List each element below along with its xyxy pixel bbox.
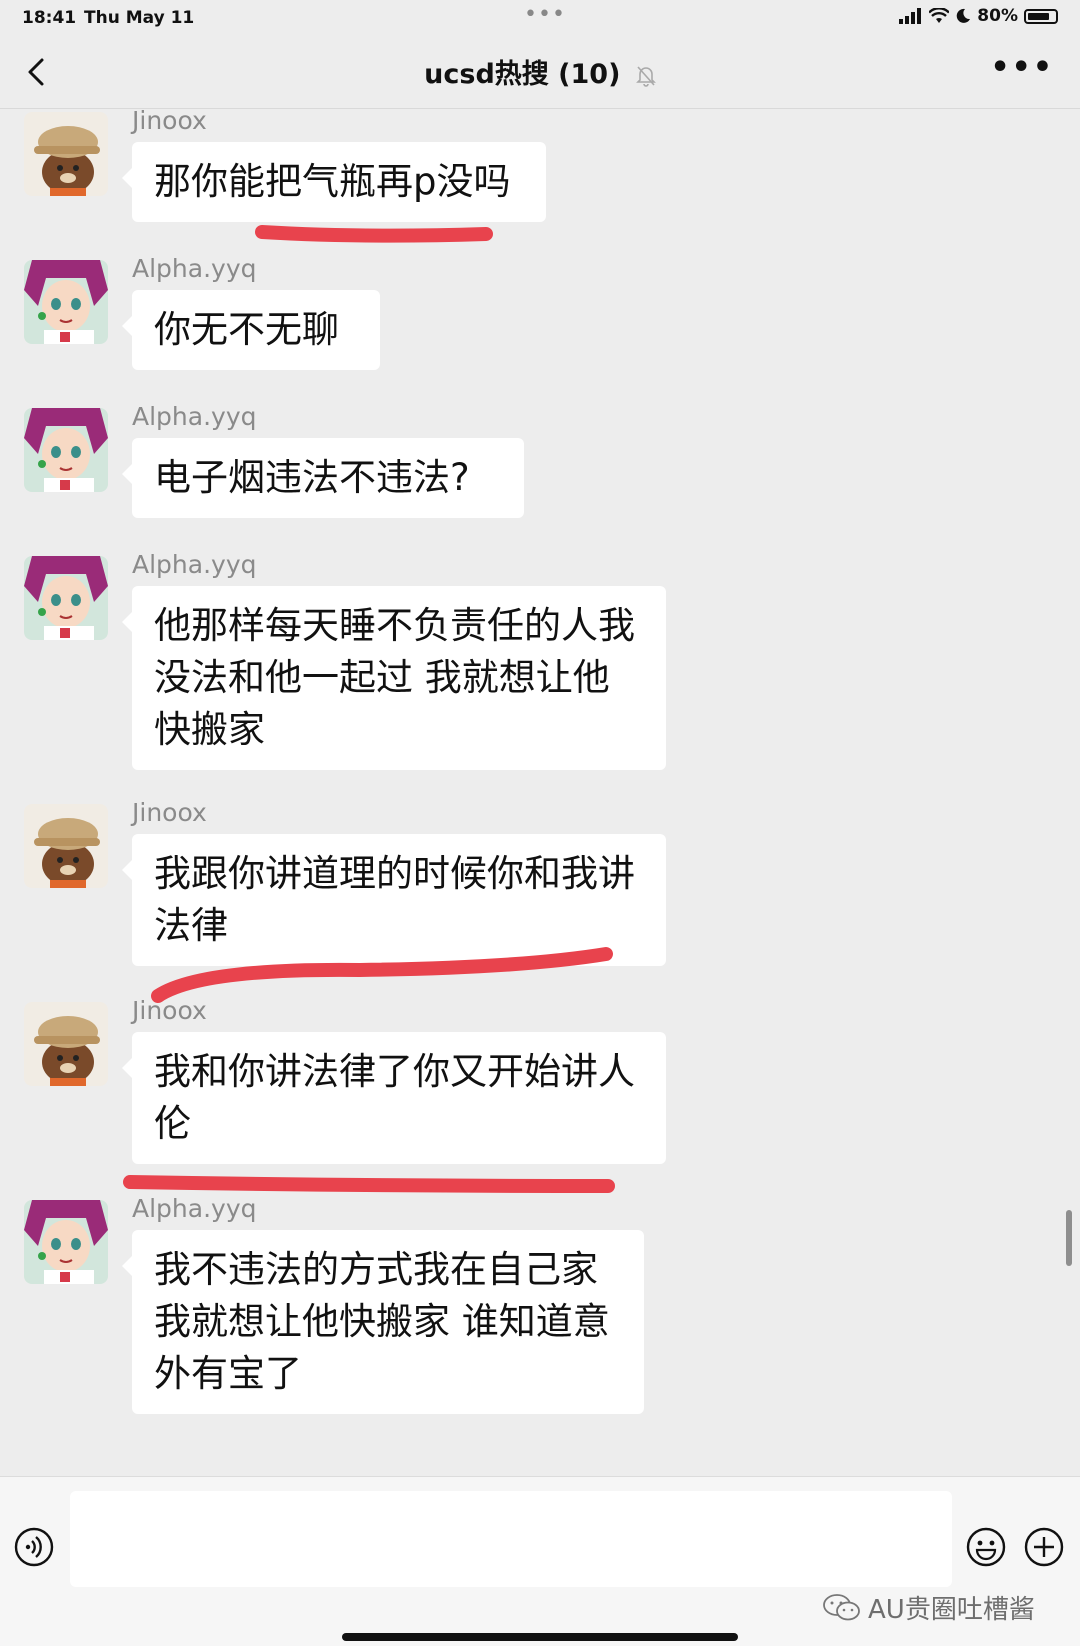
sender-name: Alpha.yyq: [132, 1194, 257, 1223]
message-text-line: 法律: [154, 904, 228, 947]
input-bar: AU贵圈吐槽酱: [0, 1476, 1080, 1646]
bear-avatar[interactable]: [24, 112, 108, 196]
message-bubble[interactable]: 电子烟违法不违法?: [122, 438, 524, 518]
message-text-line: 外有宝了: [154, 1352, 302, 1395]
message-text-line: 你无不无聊: [154, 308, 339, 351]
message-text-line: 伦: [154, 1102, 191, 1145]
message-text-line: 快搬家: [154, 708, 265, 751]
message-bubble[interactable]: 我不违法的方式我在自己家 我就想让他快搬家 谁知道意 外有宝了: [122, 1230, 644, 1414]
anime-avatar[interactable]: [24, 260, 108, 344]
plus-icon[interactable]: [1024, 1527, 1064, 1567]
moon-icon: [957, 8, 971, 23]
chat-title-text: ucsd热搜 (10): [424, 59, 621, 90]
message-text-line: 那你能把气瓶再p没吗: [154, 160, 511, 203]
message-text-line: 我就想让他快搬家 谁知道意: [154, 1300, 610, 1343]
battery-icon: [1024, 8, 1058, 24]
status-bar: 18:41 Thu May 11 ••• 80%: [0, 0, 1080, 38]
message-bubble[interactable]: 我跟你讲道理的时候你和我讲 法律: [122, 834, 666, 966]
status-date: Thu May 11: [84, 8, 195, 28]
underline-stroke: [255, 225, 493, 243]
message-text-line: 我和你讲法律了你又开始讲人: [154, 1050, 635, 1093]
more-options-icon[interactable]: •••: [990, 50, 1054, 85]
voice-input-icon[interactable]: [14, 1527, 54, 1567]
sender-name: Jinoox: [132, 798, 207, 827]
message-text-line: 我跟你讲道理的时候你和我讲: [154, 852, 635, 895]
scrollbar[interactable]: [1066, 1210, 1072, 1266]
home-indicator[interactable]: [342, 1633, 738, 1641]
chat-title: ucsd热搜 (10): [0, 52, 1080, 91]
emoji-icon[interactable]: [966, 1527, 1006, 1567]
message-bubble[interactable]: 他那样每天睡不负责任的人我 没法和他一起过 我就想让他 快搬家: [122, 586, 666, 770]
message-input[interactable]: [70, 1491, 952, 1587]
underline-stroke: [123, 1175, 615, 1193]
message-text-line: 我不违法的方式我在自己家: [154, 1248, 598, 1291]
sender-name: Alpha.yyq: [132, 550, 257, 579]
bear-avatar[interactable]: [24, 804, 108, 888]
message-bubble[interactable]: 那你能把气瓶再p没吗: [122, 142, 546, 222]
watermark: AU贵圈吐槽酱: [822, 1589, 1035, 1626]
anime-avatar[interactable]: [24, 408, 108, 492]
battery-fill: [1028, 12, 1049, 20]
anime-avatar[interactable]: [24, 556, 108, 640]
sender-name: Alpha.yyq: [132, 254, 257, 283]
multitasking-dots-icon[interactable]: •••: [524, 2, 566, 27]
wechat-logo-icon: [823, 1593, 860, 1620]
message-bubble[interactable]: 我和你讲法律了你又开始讲人伦: [122, 1032, 666, 1164]
status-time: 18:41: [22, 8, 77, 28]
message-text-line: 他那样每天睡不负责任的人我: [154, 604, 635, 647]
status-icons: 80%: [899, 6, 1058, 26]
watermark-text: AU贵圈吐槽酱: [868, 1595, 1035, 1625]
message-bubble[interactable]: 你无不无聊: [122, 290, 380, 370]
bear-avatar[interactable]: [24, 1002, 108, 1086]
wifi-icon: [929, 8, 950, 23]
message-text-line: 电子烟违法不违法?: [154, 456, 470, 499]
mute-bell-icon: [635, 65, 656, 87]
anime-avatar[interactable]: [24, 1200, 108, 1284]
chat-header: ucsd热搜 (10) •••: [0, 38, 1080, 109]
sender-name: Alpha.yyq: [132, 402, 257, 431]
signal-icon: [899, 8, 922, 24]
battery-percentage: 80%: [977, 6, 1018, 26]
sender-name: Jinoox: [132, 996, 207, 1025]
message-text-line: 没法和他一起过 我就想让他: [154, 656, 610, 699]
sender-name: Jinoox: [132, 106, 207, 135]
